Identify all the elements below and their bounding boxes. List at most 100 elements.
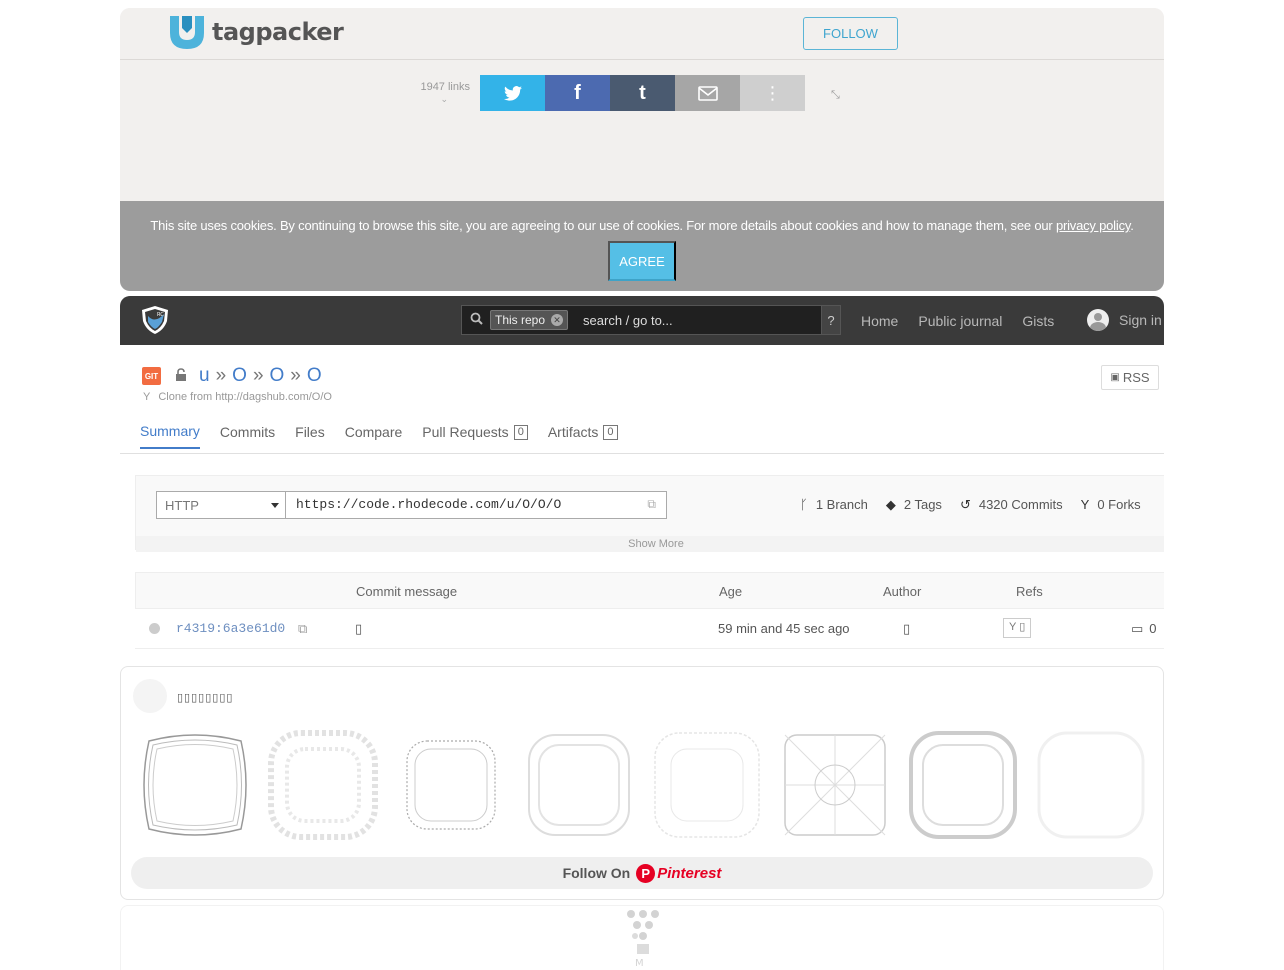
search-icon (462, 312, 490, 328)
comment-icon: ▭ (1131, 621, 1144, 636)
tab-commits[interactable]: Commits (220, 423, 275, 449)
user-avatar-icon (1087, 309, 1109, 331)
privacy-policy-link[interactable]: privacy policy (1056, 218, 1130, 233)
search-input[interactable]: search / go to... (583, 313, 840, 328)
pinterest-avatar[interactable] (133, 679, 167, 713)
table-row[interactable]: r4319:6a3e61d0 ⧉ ▯ 59 min and 45 sec ago… (135, 609, 1164, 649)
agree-button[interactable]: AGREE (608, 241, 676, 281)
col-author: Author (883, 584, 922, 599)
breadcrumb-user[interactable]: u (199, 365, 210, 387)
git-icon: GIT (142, 367, 161, 385)
comments-count[interactable]: ▭ 0 (1131, 621, 1157, 637)
collapse-icon[interactable]: ⤡ (831, 89, 840, 102)
twitter-share-button[interactable] (480, 75, 545, 111)
copy-icon[interactable]: ⧉ (647, 498, 656, 512)
search-scope-chip[interactable]: This repo ✕ (490, 310, 569, 330)
link-count[interactable]: 1947 links ⌄ (420, 75, 480, 105)
copy-icon[interactable]: ⧉ (298, 621, 307, 637)
repo-breadcrumb: GIT u » O » O » O (142, 365, 322, 387)
rhodecode-logo[interactable]: RC (140, 305, 170, 340)
tags-stat[interactable]: ◆ 2 Tags (886, 497, 942, 513)
caret-down-icon (271, 503, 279, 508)
rss-button[interactable]: ▣ RSS (1101, 365, 1159, 390)
show-more-button[interactable]: Show More (136, 536, 1164, 552)
tab-label: Artifacts (547, 424, 599, 440)
email-share-button[interactable] (675, 75, 740, 111)
forks-stat[interactable]: Y 0 Forks (1081, 497, 1141, 513)
pin-thumbnail[interactable] (137, 727, 253, 843)
branches-count: 1 Branch (815, 497, 868, 512)
ref-badge[interactable]: Y ▯ (1003, 618, 1032, 638)
tab-label: Commits (219, 424, 276, 440)
pin-thumbnail[interactable] (265, 727, 381, 843)
pinterest-board-name[interactable]: ▯▯▯▯▯▯▯▯ (177, 691, 233, 704)
tab-compare[interactable]: Compare (345, 423, 403, 449)
tagpacker-logo-text: tagpacker (212, 18, 344, 46)
tumblr-share-button[interactable]: t (610, 75, 675, 111)
facebook-share-button[interactable]: f (545, 75, 610, 111)
follow-button[interactable]: FOLLOW (803, 17, 898, 50)
pin-thumbnail[interactable] (521, 727, 637, 843)
col-age: Age (719, 584, 743, 599)
clone-url-value: https://code.rhodecode.com/u/O/O/O (296, 497, 562, 512)
commit-message[interactable]: ▯ (355, 621, 362, 637)
cookie-suffix: . (1130, 218, 1134, 233)
clone-from-info: Y Clone from http://dagshub.com/O/O (143, 391, 332, 403)
more-share-button[interactable]: ⋮ (740, 75, 805, 111)
rss-icon: ▣ (1110, 372, 1120, 383)
breadcrumb-group-2[interactable]: O (270, 365, 285, 387)
facebook-icon: f (574, 81, 581, 104)
search-help-button[interactable]: ? (821, 305, 841, 335)
close-icon[interactable]: ✕ (551, 314, 564, 326)
tabs-divider (120, 453, 1164, 454)
tab-artifacts[interactable]: Artifacts 0 (548, 423, 618, 449)
commits-stat[interactable]: ↺ 4320 Commits (960, 497, 1063, 513)
tags-count: 2 Tags (903, 497, 942, 512)
commits-count: 4320 Commits (978, 497, 1063, 512)
clone-protocol-value: HTTP (165, 498, 199, 513)
clone-url-input[interactable]: https://code.rhodecode.com/u/O/O/O ⧉ (285, 491, 667, 519)
branches-stat[interactable]: ᚴ 1 Branch (800, 497, 868, 513)
tab-label: Files (295, 424, 325, 440)
tab-files[interactable]: Files (295, 423, 325, 449)
pin-thumbnail[interactable] (905, 727, 1021, 843)
cookie-text: This site uses cookies. By continuing to… (120, 218, 1164, 233)
tagpacker-logo[interactable]: tagpacker (168, 14, 344, 50)
tab-summary[interactable]: Summary (140, 423, 200, 449)
repo-summary-panel: HTTP https://code.rhodecode.com/u/O/O/O … (135, 475, 1164, 552)
pinterest-logo: P Pinterest (636, 863, 721, 883)
pin-thumbnail[interactable] (649, 727, 765, 843)
branch-icon: ᚴ (800, 497, 808, 512)
commits-table: Commit message Age Author Refs r4319:6a3… (135, 572, 1164, 649)
pin-thumbnail[interactable] (777, 727, 893, 843)
clone-protocol-select[interactable]: HTTP (156, 491, 286, 519)
commit-author[interactable]: ▯ (903, 621, 910, 637)
chevron-down-icon: ⌄ (440, 94, 448, 105)
breadcrumb-group-1[interactable]: O (232, 365, 247, 387)
tag-icon: ◆ (885, 497, 896, 512)
pin-thumbnails (137, 727, 1161, 843)
pull-requests-count: 0 (513, 424, 528, 440)
nav-link-gists[interactable]: Gists (1022, 313, 1054, 329)
tagpacker-card: tagpacker FOLLOW 1947 links ⌄ f t ⋮ ⤡ Th… (120, 8, 1164, 291)
pin-thumbnail[interactable] (393, 727, 509, 843)
status-dot-icon (149, 623, 160, 634)
breadcrumb-separator: » (252, 365, 264, 386)
artifacts-count: 0 (603, 424, 618, 440)
nav-link-home[interactable]: Home (861, 313, 898, 329)
sign-in-link[interactable]: Sign in (1087, 309, 1162, 331)
pinterest-widget: ▯▯▯▯▯▯▯▯ Follow On P Pinterest (120, 666, 1164, 900)
tab-pull-requests[interactable]: Pull Requests 0 (422, 423, 528, 449)
nav-link-public-journal[interactable]: Public journal (918, 313, 1002, 329)
commit-hash-link[interactable]: r4319:6a3e61d0 (176, 621, 285, 636)
svg-text:M: M (635, 958, 644, 968)
breadcrumb-repo[interactable]: O (307, 365, 322, 387)
tab-label: Pull Requests (422, 424, 509, 440)
pin-thumbnail[interactable] (1033, 727, 1149, 843)
follow-on-pinterest-button[interactable]: Follow On P Pinterest (131, 857, 1153, 889)
table-header: Commit message Age Author Refs (135, 572, 1164, 609)
cookie-banner: This site uses cookies. By continuing to… (120, 201, 1164, 291)
twitter-icon (503, 85, 522, 101)
col-refs: Refs (1016, 584, 1043, 599)
breadcrumb-separator: » (290, 365, 301, 386)
